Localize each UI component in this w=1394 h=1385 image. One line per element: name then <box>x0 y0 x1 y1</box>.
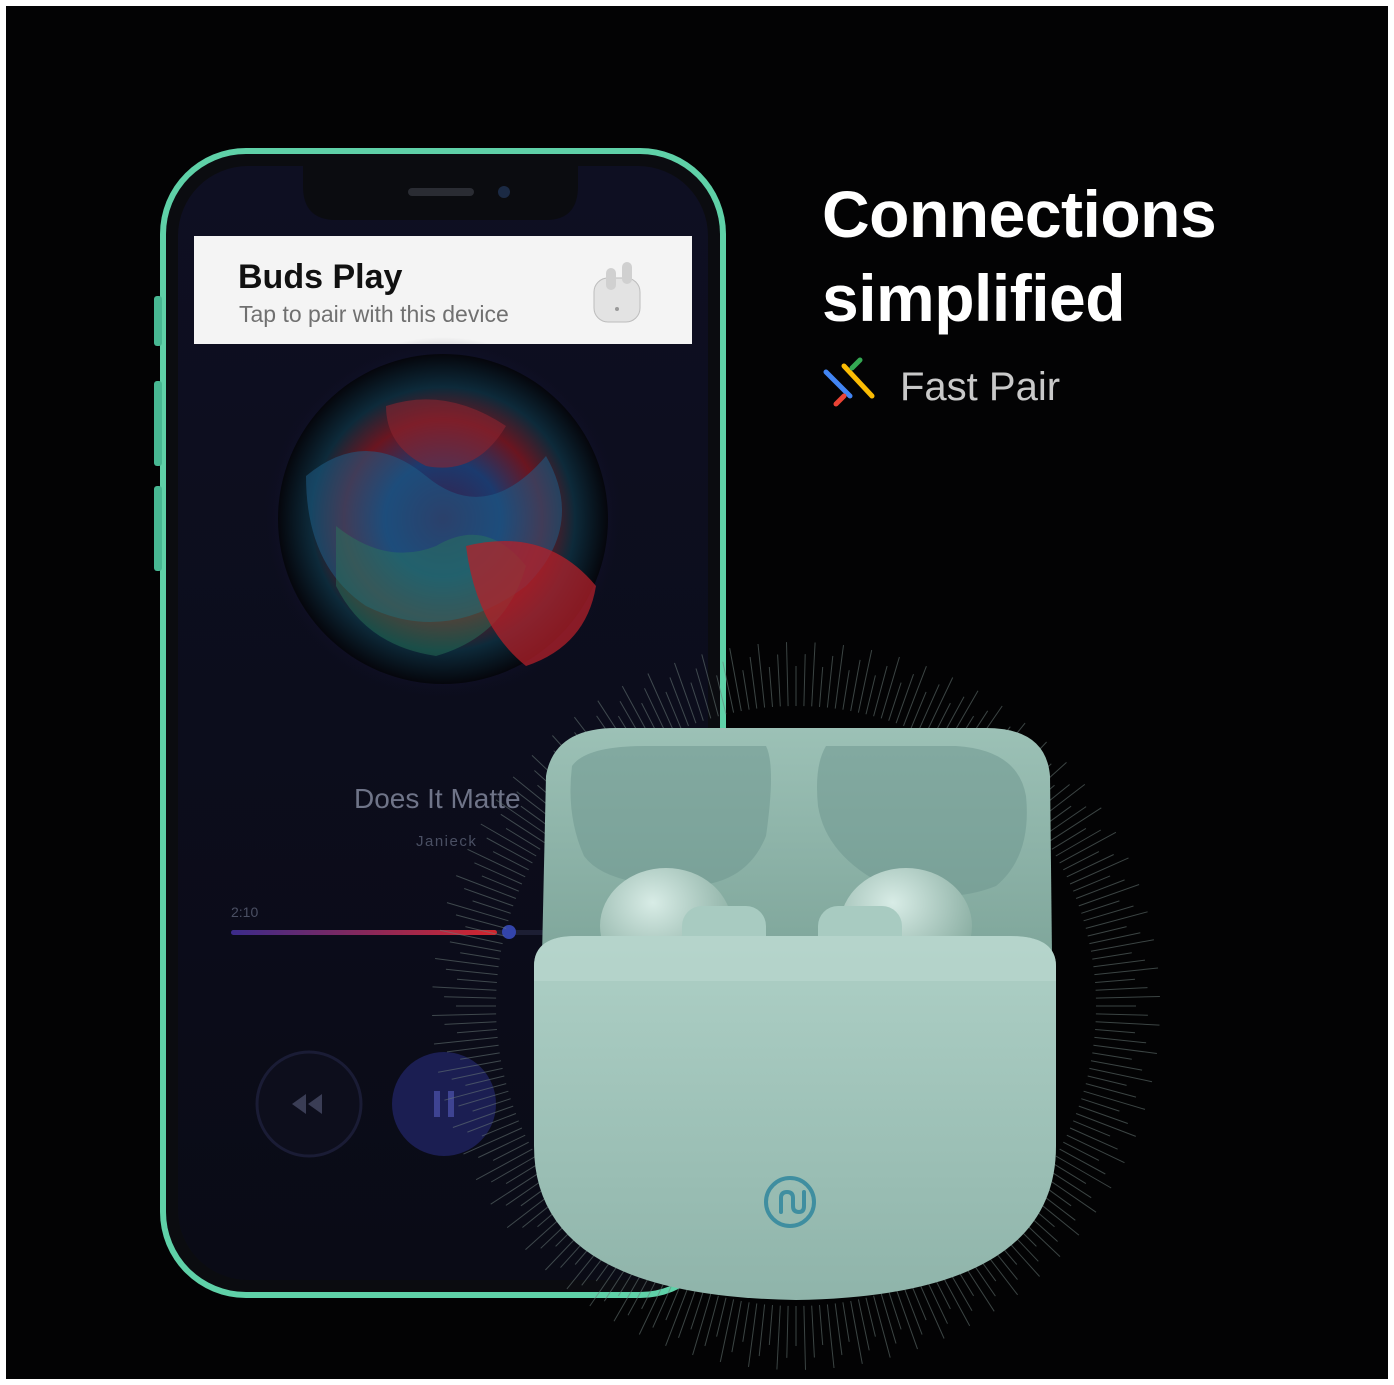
notification-subtitle: Tap to pair with this device <box>239 301 509 327</box>
headline-line-1: Connections <box>822 177 1217 251</box>
headline: Connections simplified <box>822 172 1217 340</box>
google-fast-pair-icon <box>823 357 875 407</box>
rewind-button[interactable] <box>255 1050 363 1158</box>
song-title: Does It Matte <box>354 783 521 814</box>
notification-title: Buds Play <box>238 258 402 296</box>
pause-button[interactable] <box>392 1052 496 1156</box>
pairing-notification[interactable]: Buds Play Tap to pair with this device <box>194 236 692 344</box>
pause-icon <box>434 1091 440 1117</box>
artist-name: Janieck <box>416 833 477 850</box>
album-art <box>261 337 625 701</box>
fast-pair-badge: Fast Pair <box>822 356 1060 418</box>
fast-pair-label: Fast Pair <box>900 364 1061 409</box>
elapsed-time: 2:10 <box>231 904 258 920</box>
hero-image: Buds Play Tap to pair with this device D… <box>6 6 1388 1379</box>
earbud-case <box>534 728 1056 1300</box>
headline-line-2: simplified <box>822 261 1126 335</box>
